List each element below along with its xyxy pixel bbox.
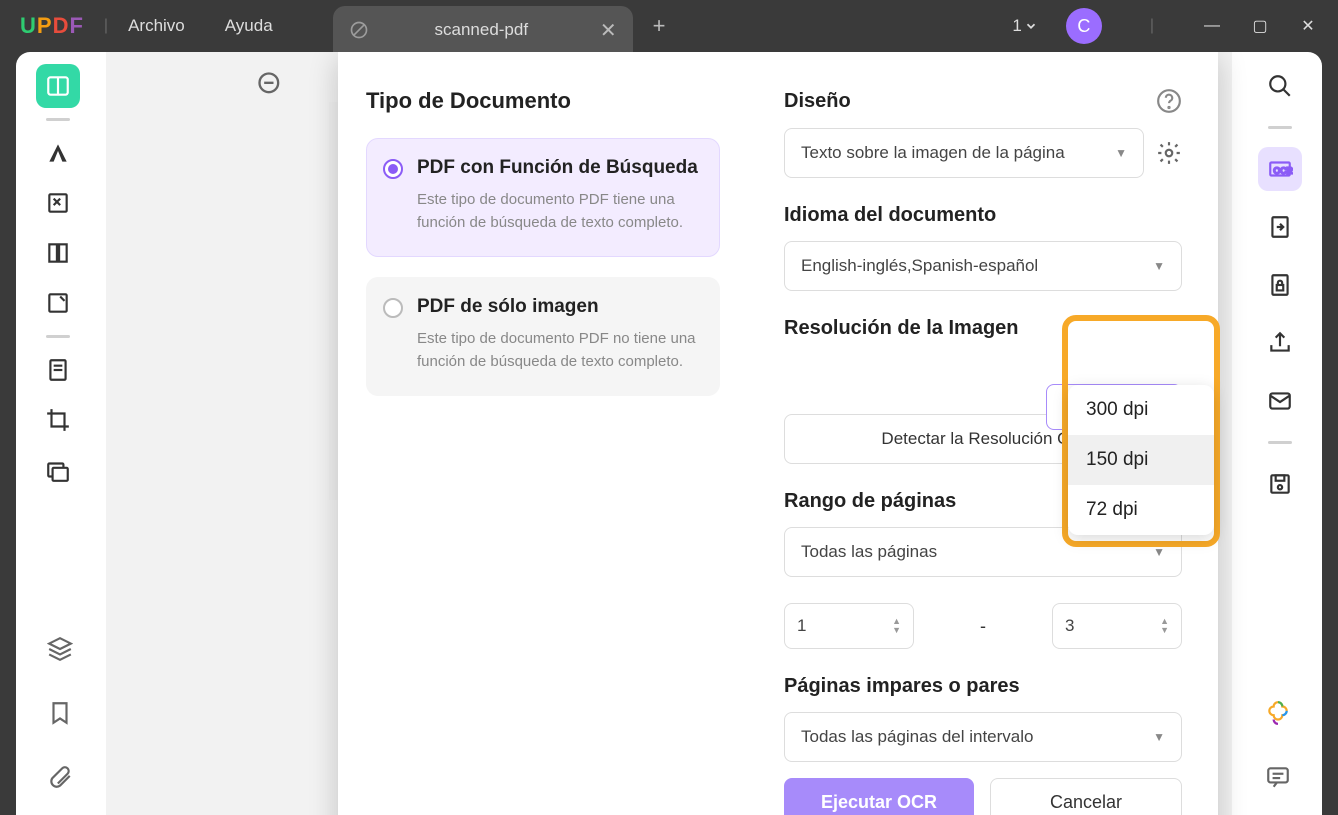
language-select[interactable]: English-inglés,Spanish-español ▼ [784,241,1182,291]
form-tool[interactable] [36,348,80,392]
oddeven-value: Todas las páginas del intervalo [801,727,1033,747]
page-range-value: Todas las páginas [801,542,937,562]
redact-tool[interactable] [36,448,80,492]
cancel-button[interactable]: Cancelar [990,778,1182,815]
help-icon[interactable] [1156,88,1182,114]
range-to-input[interactable]: 3 ▲▼ [1052,603,1182,649]
resolution-dropdown-highlight: 300 dpi 150 dpi 72 dpi [1062,315,1220,547]
save-tool[interactable] [1258,462,1302,506]
range-dash: - [932,616,1034,637]
range-from-input[interactable]: 1 ▲▼ [784,603,914,649]
menu-help[interactable]: Ayuda [225,16,273,36]
radio-icon [383,159,403,179]
new-tab-button[interactable]: + [653,13,666,39]
left-toolbar [22,64,94,498]
convert-tool[interactable] [1258,205,1302,249]
gear-icon[interactable] [1156,140,1182,166]
tab-eye-off-icon [349,20,369,40]
zoom-out-icon[interactable] [256,70,284,98]
separator [46,118,70,121]
attachment-tool[interactable] [38,755,82,799]
lang-label: Idioma del documento [784,204,1182,227]
layers-tool[interactable] [38,627,82,671]
user-avatar[interactable]: C [1066,8,1102,44]
search-tool[interactable] [1258,64,1302,108]
doc-type-image-only[interactable]: PDF de sólo imagen Este tipo de document… [366,277,720,396]
minimize-button[interactable]: — [1202,17,1222,35]
doc-type-heading: Tipo de Documento [366,88,720,114]
comment-tool[interactable] [1256,755,1300,799]
doc-type-image-desc: Este tipo de documento PDF no tiene una … [417,328,699,373]
ai-tool[interactable] [1256,691,1300,735]
titlebar: UPDF | Archivo Ayuda scanned-pdf ✕ + 1 C… [0,0,1338,52]
bookmark-tool[interactable] [38,691,82,735]
caret-down-icon: ▼ [1115,146,1127,160]
maximize-button[interactable]: ▢ [1250,16,1270,36]
caret-down-icon: ▼ [1153,730,1165,744]
highlight-tool[interactable] [36,131,80,175]
tab-title: scanned-pdf [383,20,580,40]
pages-tool[interactable] [36,231,80,275]
close-button[interactable]: ✕ [1298,16,1318,36]
design-value: Texto sobre la imagen de la página [801,143,1065,163]
spinner-icon[interactable]: ▲▼ [892,617,901,635]
oddeven-select[interactable]: Todas las páginas del intervalo ▼ [784,712,1182,762]
separator [1268,441,1292,444]
crop-tool[interactable] [36,398,80,442]
dropdown-item-150[interactable]: 150 dpi [1068,435,1214,485]
menu-file[interactable]: Archivo [128,16,185,36]
protect-tool[interactable] [1258,263,1302,307]
email-tool[interactable] [1258,379,1302,423]
language-value: English-inglés,Spanish-español [801,256,1038,276]
separator: | [1150,17,1154,35]
oddeven-label: Páginas impares o pares [784,675,1182,698]
reader-tool[interactable] [36,64,80,108]
dropdown-item-72[interactable]: 72 dpi [1068,485,1214,535]
caret-down-icon: ▼ [1153,259,1165,273]
right-toolbar: OCR [1244,64,1316,506]
separator [46,335,70,338]
page-indicator[interactable]: 1 [1012,16,1037,36]
separator [1268,126,1292,129]
tab-close-icon[interactable]: ✕ [600,18,617,43]
radio-icon [383,298,403,318]
fill-tool[interactable] [36,281,80,325]
dropdown-item-300[interactable]: 300 dpi [1068,385,1214,435]
share-tool[interactable] [1258,321,1302,365]
edit-tool[interactable] [36,181,80,225]
separator: | [104,17,108,35]
resolution-dropdown: 300 dpi 150 dpi 72 dpi [1068,385,1214,535]
doc-type-searchable-desc: Este tipo de documento PDF tiene una fun… [417,189,699,234]
doc-type-searchable[interactable]: PDF con Función de Búsqueda Este tipo de… [366,138,720,257]
ocr-tool[interactable]: OCR [1258,147,1302,191]
app-logo: UPDF [20,13,84,39]
doc-type-image-title: PDF de sólo imagen [417,296,699,318]
run-ocr-button[interactable]: Ejecutar OCR [784,778,974,815]
document-tab[interactable]: scanned-pdf ✕ [333,6,633,54]
svg-text:OCR: OCR [1274,165,1293,175]
design-select[interactable]: Texto sobre la imagen de la página ▼ [784,128,1144,178]
caret-down-icon: ▼ [1153,545,1165,559]
design-label: Diseño [784,88,1182,114]
spinner-icon[interactable]: ▲▼ [1160,617,1169,635]
doc-type-searchable-title: PDF con Función de Búsqueda [417,157,699,179]
